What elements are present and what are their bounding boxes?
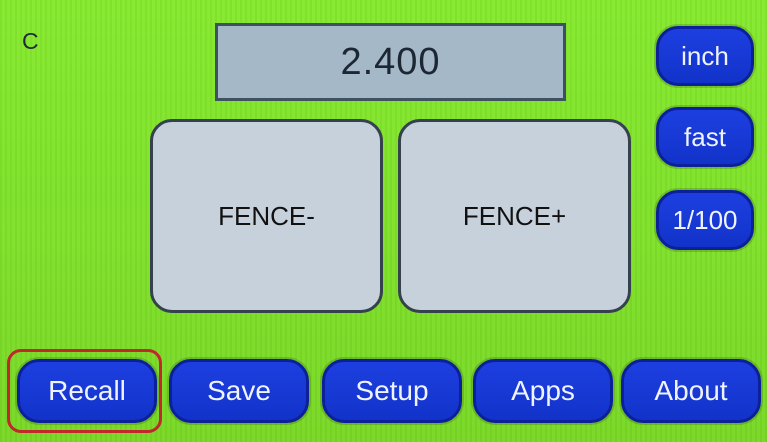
recall-button[interactable]: Recall <box>17 359 157 423</box>
fence-plus-label: FENCE+ <box>462 200 567 231</box>
recall-label: Recall <box>48 375 126 406</box>
position-readout: 2.400 <box>215 23 566 101</box>
mode-indicator: C <box>22 28 39 54</box>
fence-plus-button[interactable]: FENCE+ <box>398 119 631 313</box>
touch-screen: C 2.400 FENCE- FENCE+ inch fast 1/100 Re… <box>0 0 767 442</box>
about-button[interactable]: About <box>621 359 761 423</box>
fence-minus-button[interactable]: FENCE- <box>150 119 383 313</box>
save-label: Save <box>207 375 271 406</box>
save-button[interactable]: Save <box>169 359 309 423</box>
units-button[interactable]: inch <box>656 26 754 86</box>
apps-button[interactable]: Apps <box>473 359 613 423</box>
speed-button[interactable]: fast <box>656 107 754 167</box>
speed-label: fast <box>684 121 726 152</box>
fence-minus-label: FENCE- <box>218 200 315 231</box>
setup-label: Setup <box>355 375 429 406</box>
about-label: About <box>654 375 728 406</box>
setup-button[interactable]: Setup <box>322 359 462 423</box>
apps-label: Apps <box>511 375 575 406</box>
resolution-label: 1/100 <box>672 204 738 235</box>
position-value: 2.400 <box>340 40 441 83</box>
units-label: inch <box>681 40 729 71</box>
resolution-button[interactable]: 1/100 <box>656 190 754 250</box>
